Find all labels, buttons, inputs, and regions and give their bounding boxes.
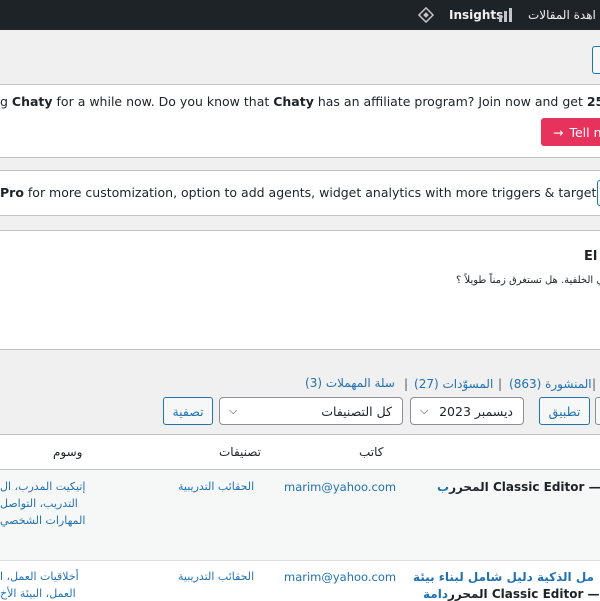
screen-options-button[interactable] — [592, 46, 600, 74]
post-author-link[interactable]: marim@yahoo.com — [284, 570, 396, 584]
chevron-down-icon: ⌵ — [229, 404, 238, 417]
post-author-link[interactable]: marim@yahoo.com — [284, 480, 396, 494]
category-select[interactable]: ⌵ كل التصنيفات — [219, 397, 403, 425]
published-link[interactable]: المنشورة (863) — [509, 377, 592, 391]
status-separator-2: | — [498, 377, 503, 391]
chevron-down-icon: ⌵ — [420, 404, 429, 417]
date-select[interactable]: ⌵ ديسمبر 2023 — [410, 397, 524, 425]
insights-link[interactable]: Insights — [449, 0, 503, 30]
post-title-line2[interactable]: — Classic Editor المحرردامة — [423, 587, 600, 601]
bulk-actions-select[interactable] — [595, 397, 600, 425]
post-tags-line[interactable]: التدريب، التواصل — [0, 497, 78, 510]
date-select-value: ديسمبر 2023 — [439, 403, 513, 419]
affiliate-notice: g Chaty for a while now. Do you know tha… — [0, 84, 600, 158]
pro-notice-text: Pro for more customization, option to ad… — [0, 185, 600, 200]
status-separator: | — [404, 377, 409, 391]
post-category-link[interactable]: الحقائب التدريبية — [178, 480, 254, 493]
column-header-author[interactable]: كاتب — [359, 445, 384, 459]
notice-text: في الخلفية. هل تستغرق زمناً طويلاً ؟ — [456, 275, 600, 286]
tell-me-more-button[interactable]: → Tell n — [541, 118, 600, 146]
post-category-link[interactable]: الحقائب التدريبية — [178, 570, 254, 583]
column-header-tags: وسوم — [53, 445, 83, 459]
admin-bar: Insights اهدة المقالات — [0, 0, 600, 30]
filter-button[interactable]: تصفية — [163, 397, 213, 425]
arrow-right-icon: → — [553, 124, 564, 140]
bar-chart-icon — [498, 0, 514, 30]
trash-count[interactable]: سلة المهملات (3) — [305, 376, 395, 390]
status-separator-3: | — [592, 377, 597, 391]
category-select-value: كل التصنيفات — [321, 403, 392, 419]
drafts-link[interactable]: المسوّدات (27) — [414, 377, 493, 391]
pro-notice: Pro for more customization, option to ad… — [0, 170, 600, 216]
affiliate-notice-text: g Chaty for a while now. Do you know tha… — [0, 94, 600, 109]
diamond-icon[interactable] — [418, 0, 434, 30]
background-process-notice: El في الخلفية. هل تستغرق زمناً طويلاً ؟ — [0, 230, 600, 350]
post-title[interactable]: مل الذكية دليل شامل لبناء بيئة — [413, 570, 594, 584]
apply-button[interactable]: تطبيق — [539, 397, 590, 425]
post-tags-line[interactable]: أخلاقيات العمل، ا — [0, 570, 79, 583]
tell-me-more-label: Tell n — [569, 124, 600, 140]
notice-title: El — [584, 249, 598, 264]
post-tags-line[interactable]: إتيكيت المدرب، ال — [0, 480, 85, 493]
post-tags-line[interactable]: المهارات الشخصي — [0, 514, 85, 527]
row-divider — [0, 560, 600, 561]
trash-link[interactable]: سلة المهملات (3) — [305, 376, 395, 390]
post-title[interactable]: — Classic Editor المحررب — [437, 480, 600, 494]
column-header-categories: تصنيفات — [219, 445, 262, 459]
view-posts-link[interactable]: اهدة المقالات — [528, 0, 596, 30]
post-tags-line[interactable]: العمل، البيئة الأخ — [0, 587, 76, 600]
